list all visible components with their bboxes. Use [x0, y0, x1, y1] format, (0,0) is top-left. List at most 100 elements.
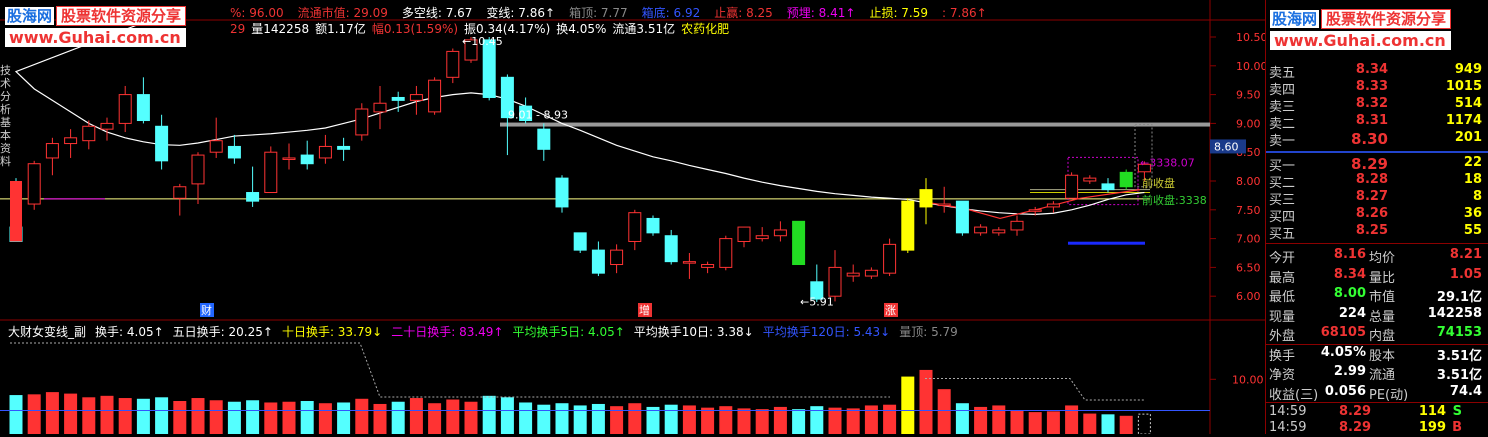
candle-body: [446, 50, 460, 78]
chart-annotation: ←5.91: [800, 295, 834, 308]
book-separator: [1266, 151, 1488, 153]
stat-row[interactable]: 净资 2.99 流通 3.51亿: [1267, 364, 1488, 383]
buy-row[interactable]: 买三 8.27 8: [1267, 189, 1488, 208]
candle-body: [191, 154, 205, 185]
candle-body: [300, 154, 314, 165]
candle-body: [974, 226, 988, 234]
header-item: 幅0.13(1.59%): [371, 22, 459, 36]
stat-label: 总量: [1369, 309, 1396, 325]
stats-separator: [1266, 243, 1488, 244]
volume-bar: [264, 402, 278, 434]
volume-bar: [737, 408, 751, 434]
order-price: 8.33: [1355, 79, 1388, 94]
stat-row[interactable]: 最低 8.00 市值 29.1亿: [1267, 286, 1488, 305]
buy-row[interactable]: 买五 8.25 55: [1267, 223, 1488, 242]
candle-body: [682, 261, 696, 264]
watermark-tagline: 股票软件资源分享: [1321, 9, 1452, 29]
buy-row[interactable]: 买一 8.29 22: [1267, 155, 1488, 174]
stat-value: 74.4: [1449, 383, 1482, 399]
volume-bar: [519, 402, 533, 434]
volume-bar: [883, 404, 897, 434]
sell-row[interactable]: 卖五 8.34 949: [1267, 62, 1488, 81]
candle-body: [883, 243, 897, 274]
order-price: 8.34: [1355, 62, 1388, 77]
volume-bar: [45, 392, 59, 434]
sell-row[interactable]: 卖一 8.30 201: [1267, 130, 1488, 149]
stat-row[interactable]: 今开 8.16 均价 8.21: [1267, 247, 1488, 266]
candle-body: [537, 128, 551, 150]
volume-bar: [1028, 412, 1042, 434]
volume-bar: [846, 408, 860, 434]
buy-row[interactable]: 买四 8.26 36: [1267, 206, 1488, 225]
tick-row[interactable]: 14:59 8.29 114 S: [1267, 404, 1488, 421]
tick-time: 14:59: [1269, 404, 1307, 419]
volume-bar: [300, 401, 314, 434]
stat-row[interactable]: 外盘 68105 内盘 74153: [1267, 325, 1488, 344]
header-item: 五日换手: 20.25↑: [172, 325, 273, 339]
header-item: 流通3.51亿: [612, 22, 676, 36]
candle-body: [391, 96, 405, 101]
candle-body: [100, 122, 114, 130]
volume-bar: [792, 409, 806, 434]
volume-bar: [1083, 413, 1097, 434]
chart-annotation: ←3338.07: [1140, 157, 1195, 170]
candle-body: [719, 238, 733, 268]
volume-bar: [464, 401, 478, 434]
candle-body: [264, 151, 278, 194]
stat-label: 现量: [1269, 309, 1296, 325]
chart-annotation: 前收盘:3338: [1142, 193, 1207, 207]
chart-annotation: 9.01 - 8.93: [508, 109, 568, 122]
candle-body: [64, 137, 78, 145]
sell-row[interactable]: 卖四 8.33 1015: [1267, 79, 1488, 98]
volume-bar: [591, 403, 605, 434]
event-marker: 涨: [885, 304, 896, 317]
volume-bar: [1010, 410, 1024, 434]
stat-value: 142258: [1427, 305, 1482, 321]
tick-side: B: [1452, 420, 1462, 435]
volume-bar: [27, 394, 41, 434]
sell-row[interactable]: 卖二 8.31 1174: [1267, 113, 1488, 132]
buy-row[interactable]: 买二 8.28 18: [1267, 172, 1488, 191]
order-label: 卖一: [1269, 134, 1296, 149]
candle-body: [10, 181, 22, 242]
candle-body: [992, 229, 1006, 234]
stat-value: 0.056: [1324, 383, 1366, 399]
volume-bar: [482, 395, 496, 434]
order-volume: 18: [1463, 172, 1482, 187]
stat-row[interactable]: 最高 8.34 量比 1.05: [1267, 266, 1488, 286]
candle-body: [27, 163, 41, 205]
candle-body: [428, 79, 442, 113]
stat-value: 74153: [1436, 325, 1482, 340]
stat-label: 净资: [1269, 368, 1296, 383]
stat-row[interactable]: 换手 4.05% 股本 3.51亿: [1267, 345, 1488, 364]
volume-bar: [646, 406, 660, 434]
watermark-right: 股海网 股票软件资源分享 www.Guhai.com.cn: [1270, 8, 1452, 50]
tick-volume: 199: [1418, 420, 1446, 435]
tick-row[interactable]: 14:59 8.29 199 B: [1267, 420, 1488, 437]
header-item: 变线: 7.86↑: [486, 6, 556, 20]
volume-bar: [173, 401, 187, 434]
stat-label: 内盘: [1369, 329, 1396, 344]
candle-body: [628, 212, 642, 242]
volume-bar: [446, 399, 460, 434]
stat-row[interactable]: 现量 224 总量 142258: [1267, 305, 1488, 325]
volume-bar: [537, 404, 551, 434]
order-volume: 22: [1463, 155, 1482, 170]
candle-body: [955, 200, 969, 234]
stat-row[interactable]: 收益(三) 0.056 PE(动) 74.4: [1267, 383, 1488, 403]
volume-bar: [337, 402, 351, 434]
stat-value: 1.05: [1449, 266, 1482, 282]
watermark-left: 股海网 股票软件资源分享 www.Guhai.com.cn: [5, 5, 187, 47]
stat-value: 29.1亿: [1436, 290, 1482, 305]
tick-volume: 114: [1418, 404, 1446, 419]
sell-row[interactable]: 卖三 8.32 514: [1267, 96, 1488, 115]
volume-bar: [701, 407, 715, 434]
candle-body: [937, 203, 951, 207]
stat-label: 换手: [1269, 348, 1296, 364]
volume-bar: [500, 397, 514, 434]
order-price: 8.26: [1355, 206, 1388, 221]
price-tick-label: 10.00: [1236, 60, 1265, 73]
header-item: 大财女变线_副: [8, 325, 87, 339]
stat-value: 68105: [1320, 325, 1366, 340]
kline-chart[interactable]: 10.5010.009.509.008.508.007.507.006.506.…: [0, 0, 1265, 434]
